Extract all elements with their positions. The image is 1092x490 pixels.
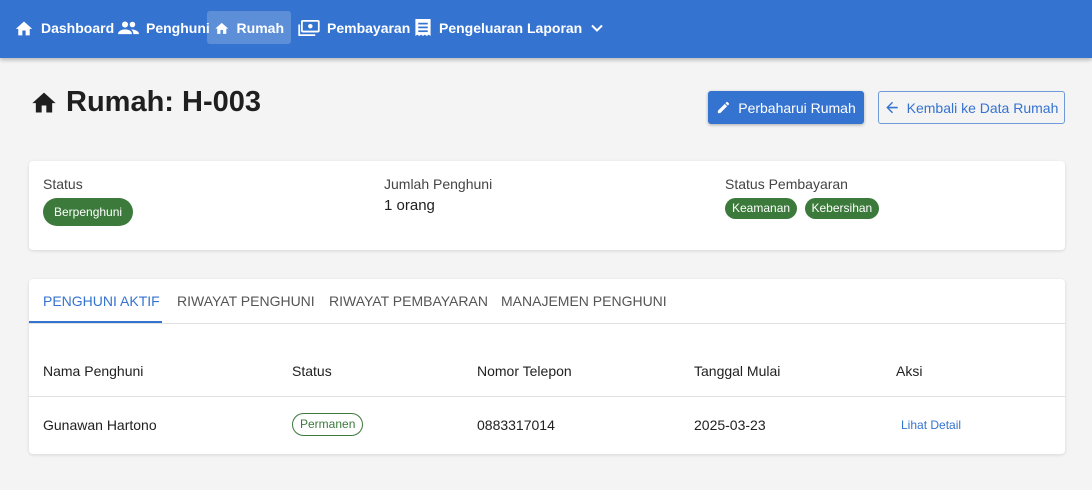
tab-riwayat-pembayaran[interactable]: RIWAYAT PEMBAYARAN: [329, 279, 488, 323]
occupants-value: 1 orang: [384, 197, 435, 214]
tab-bar: PENGHUNI AKTIF RIWAYAT PENGHUNI RIWAYAT …: [29, 279, 1065, 324]
occupants-label: Jumlah Penghuni: [384, 176, 493, 192]
table-divider: [29, 396, 1065, 397]
chevron-down-icon: [591, 24, 603, 32]
occupants-section: Jumlah Penghuni 1 orang: [384, 176, 492, 214]
column-header-action: Aksi: [896, 363, 923, 379]
nav-dashboard-label: Dashboard: [41, 19, 115, 36]
receipt-icon: [415, 18, 431, 37]
nav-rumah-label: Rumah: [236, 19, 284, 36]
page-title: Rumah: H-003: [30, 84, 261, 120]
status-badge: Berpenghuni: [43, 198, 134, 226]
payment-chip-kebersihan: Kebersihan: [804, 198, 880, 219]
nav-penghuni[interactable]: Penghuni: [111, 11, 217, 44]
tab-manajemen-penghuni[interactable]: MANAJEMEN PENGHUNI: [501, 279, 667, 323]
nav-pembayaran-label: Pembayaran: [327, 19, 411, 36]
nav-laporan-label: Laporan: [527, 19, 583, 36]
nav-pembayaran[interactable]: Pembayaran: [291, 11, 417, 44]
people-icon: [118, 20, 139, 34]
nav-rumah[interactable]: Rumah: [207, 11, 291, 44]
tab-penghuni-aktif[interactable]: PENGHUNI AKTIF: [43, 279, 160, 323]
payment-status-section: Status Pembayaran Keamanan Kebersihan: [725, 176, 882, 219]
occupants-card: PENGHUNI AKTIF RIWAYAT PENGHUNI RIWAYAT …: [29, 279, 1065, 454]
nav-pengeluaran[interactable]: Pengeluaran: [407, 11, 530, 44]
column-header-phone: Nomor Telepon: [477, 363, 572, 379]
occupant-status-badge: Permanen: [292, 413, 364, 436]
payment-status-label: Status Pembayaran: [725, 176, 848, 192]
nav-penghuni-label: Penghuni: [146, 19, 210, 36]
pencil-icon: [718, 101, 730, 114]
column-header-status: Status: [292, 363, 332, 379]
back-to-houses-label: Kembali ke Data Rumah: [906, 99, 1059, 116]
column-header-name: Nama Penghuni: [43, 363, 144, 379]
payment-icon: [298, 19, 320, 36]
payment-chip-keamanan: Keamanan: [725, 198, 798, 219]
back-to-houses-button[interactable]: Kembali ke Data Rumah: [878, 91, 1065, 124]
update-house-label: Perbaharui Rumah: [738, 99, 856, 116]
column-header-start-date: Tanggal Mulai: [694, 363, 781, 379]
status-section: Status Berpenghuni: [43, 176, 134, 226]
arrow-left-icon: [885, 101, 898, 114]
update-house-button[interactable]: Perbaharui Rumah: [708, 91, 864, 124]
top-navbar: Dashboard Penghuni Rumah Pembayaran Peng…: [0, 0, 1092, 58]
home-icon: [215, 22, 229, 34]
home-icon: [32, 92, 56, 113]
house-info-card: Status Berpenghuni Jumlah Penghuni 1 ora…: [29, 161, 1065, 250]
page-title-text: Rumah: H-003: [66, 85, 261, 118]
tab-riwayat-penghuni[interactable]: RIWAYAT PENGHUNI: [177, 279, 315, 323]
cell-phone: 0883317014: [477, 417, 555, 433]
view-detail-link[interactable]: Lihat Detail: [901, 418, 961, 432]
nav-dashboard[interactable]: Dashboard: [7, 11, 121, 44]
cell-start-date: 2025-03-23: [694, 417, 766, 433]
home-icon: [15, 20, 33, 35]
nav-pengeluaran-label: Pengeluaran: [439, 19, 524, 36]
nav-laporan[interactable]: Laporan: [520, 11, 617, 44]
active-tab-indicator: [29, 321, 162, 323]
status-label: Status: [43, 176, 83, 192]
cell-occupant-name: Gunawan Hartono: [43, 417, 157, 433]
